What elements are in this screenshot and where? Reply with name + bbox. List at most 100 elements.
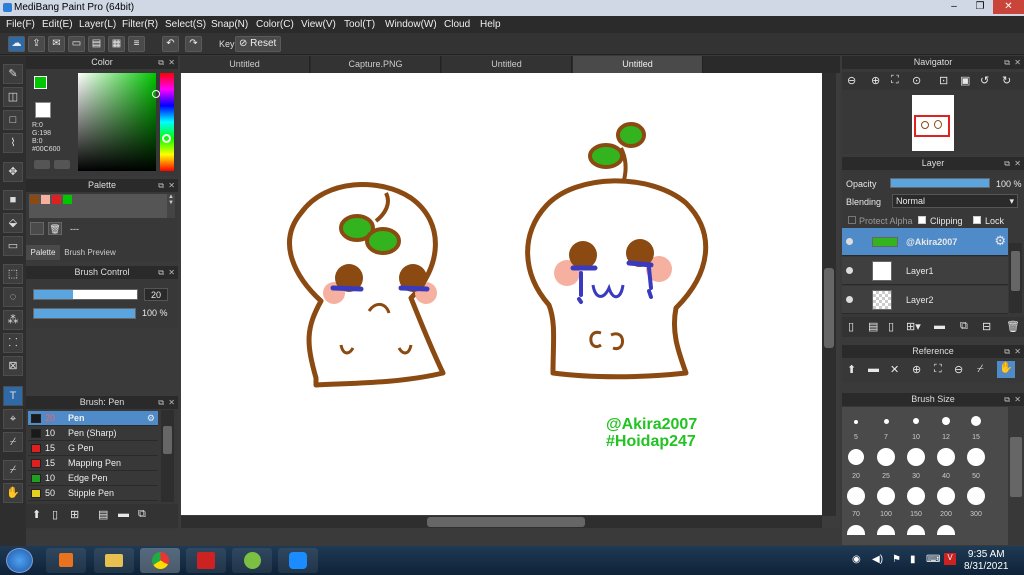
detach-icon[interactable]: ⧉ bbox=[158, 56, 164, 69]
select-rect-icon[interactable]: ⬚ bbox=[3, 264, 23, 284]
close-panel-icon[interactable]: ✕ bbox=[168, 266, 175, 279]
brush-size-dot[interactable] bbox=[967, 448, 985, 466]
layer-row[interactable]: Layer1 bbox=[842, 257, 1008, 285]
actual-size-icon[interactable]: ⊙ bbox=[912, 74, 921, 87]
palette-scrollbar[interactable]: ▲ ▼ bbox=[167, 194, 175, 218]
reset-button[interactable]: ⊘ Reset bbox=[235, 36, 281, 52]
trash-icon[interactable]: 🗑 bbox=[1006, 320, 1020, 333]
cloud-reference-icon[interactable]: ⬆ bbox=[847, 363, 856, 376]
start-button[interactable] bbox=[6, 548, 33, 573]
layer-row[interactable]: @Akira2007 ⚙ bbox=[842, 228, 1008, 256]
new-brush-icon[interactable]: ▯ bbox=[52, 508, 58, 521]
close-panel-icon[interactable]: ✕ bbox=[168, 56, 175, 69]
new-halftone-layer-icon[interactable]: ▤ bbox=[868, 320, 878, 333]
open-folder-icon[interactable]: ▬ bbox=[868, 363, 879, 375]
brush-size-dot[interactable] bbox=[942, 417, 950, 425]
brush-size-scrollbar[interactable] bbox=[1010, 437, 1022, 497]
palette-swatch[interactable] bbox=[30, 195, 39, 204]
menu-color[interactable]: Color(C) bbox=[256, 19, 294, 30]
close-panel-icon[interactable]: ✕ bbox=[168, 179, 175, 192]
move-tool-icon[interactable]: ✥ bbox=[3, 162, 23, 182]
dropper-icon[interactable]: ⌿ bbox=[3, 460, 23, 480]
brush-size-slider[interactable] bbox=[33, 289, 138, 300]
maximize-button[interactable]: ❐ bbox=[967, 0, 993, 14]
chat-icon[interactable]: ▭ bbox=[68, 36, 85, 52]
network-icon[interactable]: ▮ bbox=[910, 554, 916, 565]
zalo-icon[interactable] bbox=[278, 548, 318, 573]
rotate-right-icon[interactable]: ↻ bbox=[1002, 74, 1011, 87]
list-icon[interactable]: ≡ bbox=[128, 36, 145, 52]
tab-document[interactable]: Untitled bbox=[442, 56, 572, 73]
brush-size-dot[interactable] bbox=[847, 487, 865, 505]
visibility-icon[interactable] bbox=[846, 267, 853, 274]
visibility-icon[interactable] bbox=[846, 238, 853, 245]
menu-snap[interactable]: Snap(N) bbox=[211, 19, 248, 30]
visibility-icon[interactable] bbox=[846, 296, 853, 303]
detach-icon[interactable]: ⧉ bbox=[1004, 56, 1010, 69]
layer-row[interactable]: Layer2 bbox=[842, 286, 1008, 314]
coccoc-icon[interactable] bbox=[232, 548, 272, 573]
gear-icon[interactable]: ⚙ bbox=[147, 411, 155, 426]
menu-window[interactable]: Window(W) bbox=[385, 19, 437, 30]
brush-item[interactable]: 50 Stipple Pen bbox=[28, 486, 158, 501]
zoom-in-icon[interactable]: ⊕ bbox=[871, 74, 880, 87]
cloud-brush-icon[interactable]: ⬆ bbox=[32, 508, 41, 521]
clipping-checkbox[interactable] bbox=[918, 216, 926, 224]
brush-size-dot[interactable] bbox=[937, 487, 955, 505]
zoom-out-icon[interactable]: ⊖ bbox=[847, 74, 856, 87]
fit-icon[interactable]: ⛶ bbox=[891, 74, 899, 87]
palette-swatch[interactable] bbox=[63, 195, 72, 204]
brush-item[interactable]: 10 Pen (Sharp) bbox=[28, 426, 158, 441]
detach-icon[interactable]: ⧉ bbox=[1004, 157, 1010, 170]
flip-icon[interactable]: ⊡ bbox=[939, 74, 948, 87]
gradient-tool-icon[interactable]: ▭ bbox=[3, 236, 23, 256]
vertical-scrollbar[interactable] bbox=[822, 73, 836, 516]
hand-tool-icon[interactable]: ✋ bbox=[3, 483, 23, 503]
hue-marker[interactable] bbox=[162, 134, 171, 143]
brush-size-dot[interactable] bbox=[907, 487, 925, 505]
palette-swatch[interactable] bbox=[52, 195, 61, 204]
hue-slider[interactable] bbox=[160, 73, 174, 171]
fullscreen-icon[interactable]: ▣ bbox=[960, 74, 970, 87]
eraser-tool-icon[interactable]: ◫ bbox=[3, 87, 23, 107]
brush-item[interactable]: 15 G Pen bbox=[28, 441, 158, 456]
detach-icon[interactable]: ⧉ bbox=[1004, 345, 1010, 358]
navigator-preview[interactable] bbox=[912, 95, 954, 151]
horizontal-scrollbar[interactable] bbox=[181, 516, 822, 528]
paint-app-icon[interactable] bbox=[186, 548, 226, 573]
layer-add-menu-icon[interactable]: ⊞▾ bbox=[906, 320, 921, 333]
close-reference-icon[interactable]: ✕ bbox=[890, 363, 899, 376]
foreground-color-swatch[interactable] bbox=[34, 76, 47, 89]
brush-size-dot[interactable] bbox=[848, 449, 864, 465]
hand-icon[interactable]: ✋ bbox=[997, 361, 1015, 378]
eyedropper-icon[interactable]: ⌿ bbox=[977, 363, 984, 376]
eyedropper-tool-icon[interactable]: ⌿ bbox=[3, 432, 23, 452]
close-button[interactable]: ✕ bbox=[993, 0, 1024, 14]
redo-icon[interactable]: ↷ bbox=[185, 36, 202, 52]
detach-icon[interactable]: ⧉ bbox=[158, 266, 164, 279]
menu-file[interactable]: File(F) bbox=[6, 19, 35, 30]
close-panel-icon[interactable]: ✕ bbox=[1014, 157, 1021, 170]
upload-icon[interactable]: ⇪ bbox=[28, 36, 45, 52]
horizontal-scroll-thumb[interactable] bbox=[427, 517, 585, 527]
close-panel-icon[interactable]: ✕ bbox=[1014, 393, 1021, 406]
menu-filter[interactable]: Filter(R) bbox=[122, 19, 158, 30]
grid-icon[interactable]: ▦ bbox=[108, 36, 125, 52]
comment-icon[interactable]: ✉ bbox=[48, 36, 65, 52]
gear-icon[interactable]: ⚙ bbox=[994, 233, 1006, 249]
new-layer-icon[interactable]: ▯ bbox=[848, 320, 854, 333]
brush-size-value[interactable]: 20 bbox=[144, 288, 168, 301]
detach-icon[interactable]: ⧉ bbox=[1004, 393, 1010, 406]
file-explorer-icon[interactable] bbox=[94, 548, 134, 573]
close-panel-icon[interactable]: ✕ bbox=[1014, 345, 1021, 358]
cloud-icon[interactable]: ☁ bbox=[8, 36, 25, 52]
brush-item[interactable]: 15 Mapping Pen bbox=[28, 456, 158, 471]
select-eraser-icon[interactable]: ⊠ bbox=[3, 356, 23, 376]
blending-select[interactable]: Normal ▾ bbox=[892, 194, 1018, 208]
menu-cloud[interactable]: Cloud bbox=[444, 19, 470, 30]
close-panel-icon[interactable]: ✕ bbox=[1014, 56, 1021, 69]
menu-select[interactable]: Select(S) bbox=[165, 19, 206, 30]
dot-tool-icon[interactable]: ⌇ bbox=[3, 133, 23, 153]
saturation-value-field[interactable] bbox=[78, 73, 156, 171]
fit-icon[interactable]: ⛶ bbox=[934, 363, 942, 376]
